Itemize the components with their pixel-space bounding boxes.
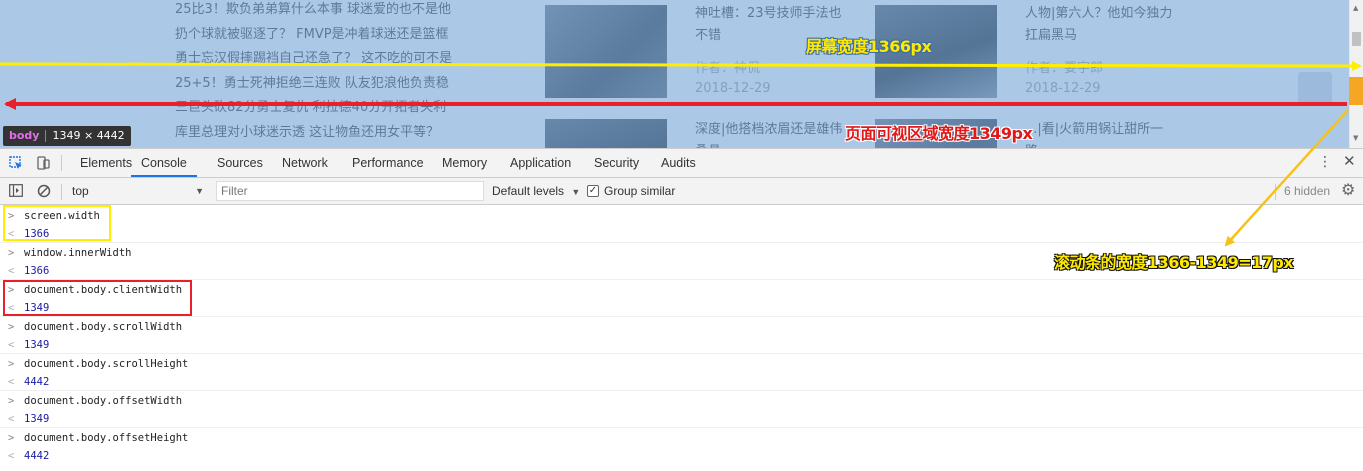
chevron-right-icon: > (8, 358, 15, 370)
card-author: 作者：神侃 (695, 61, 761, 76)
chevron-left-icon: < (8, 413, 15, 425)
chevron-left-icon: < (8, 339, 15, 351)
console-toolbar: top ▼ Default levels ▼ ✓ Group similar 6… (0, 178, 1363, 205)
dropdown-icon: ▼ (571, 187, 581, 197)
chevron-right-icon: > (8, 432, 15, 444)
chevron-right-icon: > (8, 395, 15, 407)
console-command[interactable]: > document.body.scrollWidth (8, 321, 182, 333)
console-command[interactable]: > document.body.offsetHeight (8, 432, 188, 444)
group-similar-checkbox[interactable]: ✓ (587, 185, 599, 197)
scroll-down-icon[interactable]: ▼ (1353, 134, 1358, 142)
tooltip-divider (45, 130, 47, 142)
element-tooltip: body 1349 × 4442 (3, 126, 131, 146)
card-author: 作者：要宇郎 (1025, 61, 1104, 76)
chevron-right-icon: > (8, 210, 15, 222)
more-options-icon[interactable]: ⋮ (1318, 155, 1332, 169)
viewport-width-label: 页面可视区域宽度1349px (845, 124, 1033, 143)
devtools-panel: Elements Console Sources Network Perform… (0, 148, 1363, 471)
tab-console[interactable]: Console (131, 149, 197, 177)
tab-memory[interactable]: Memory (442, 149, 487, 177)
news-item[interactable]: 扔个球就被驱逐了？ FMVP是冲着球迷还是篮框 (175, 25, 475, 50)
console-result: <1349 (8, 413, 50, 425)
news-item[interactable]: 勇士忘汉假摔踢裆自己还急了？ 这不吃的可不是 (175, 49, 475, 74)
console-result: <1349 (8, 302, 50, 314)
tab-sources[interactable]: Sources (217, 149, 263, 177)
chevron-left-icon: < (8, 302, 15, 314)
console-entry: > document.body.scrollHeight <4442 (0, 354, 1363, 391)
tab-network[interactable]: Network (282, 149, 328, 177)
console-result: <4442 (8, 450, 50, 462)
chevron-right-icon: > (8, 321, 15, 333)
clear-console-icon[interactable] (37, 184, 51, 201)
side-tab[interactable] (1349, 77, 1363, 105)
scrollbar-thumb[interactable] (1352, 32, 1361, 46)
log-levels-label: Default levels (492, 184, 565, 198)
context-value: top (72, 184, 89, 198)
card-title[interactable]: 人物|第六人？他如今独力扛扁黑马 (1025, 3, 1175, 47)
tab-elements[interactable]: Elements (80, 149, 132, 177)
tooltip-tag: body (9, 129, 40, 142)
console-command[interactable]: > document.body.offsetWidth (8, 395, 182, 407)
card-title[interactable]: ...|看|火箭用锅让甜所一路 (1025, 119, 1175, 148)
card-date: 2018-12-29 (695, 81, 771, 96)
chevron-right-icon: > (8, 247, 15, 259)
console-result: <1349 (8, 339, 50, 351)
sidebar-toggle-icon[interactable] (9, 184, 23, 200)
news-thumbnail[interactable] (545, 5, 667, 98)
console-entry: > screen.width <1366 (0, 206, 1363, 243)
dropdown-icon: ▼ (195, 186, 204, 196)
console-command[interactable]: > screen.width (8, 210, 100, 222)
floating-widget[interactable] (1298, 72, 1332, 104)
filter-input[interactable] (216, 181, 484, 201)
device-toolbar-icon[interactable] (36, 156, 50, 173)
tab-audits[interactable]: Audits (661, 149, 696, 177)
close-icon[interactable]: ✕ (1343, 154, 1356, 169)
tab-security[interactable]: Security (594, 149, 639, 177)
devtools-tabbar: Elements Console Sources Network Perform… (0, 149, 1363, 178)
chevron-left-icon: < (8, 265, 15, 277)
screen-width-label: 屏幕宽度1366px (806, 37, 932, 56)
console-result: <1366 (8, 228, 50, 240)
console-result: <4442 (8, 376, 50, 388)
news-item[interactable]: 25+5！勇士死神拒绝三连败 队友犯浪他负责稳 (175, 74, 475, 99)
group-similar-label: Group similar (604, 184, 676, 198)
console-entry: > document.body.clientWidth <1349 (0, 280, 1363, 317)
console-entry: > document.body.offsetWidth <1349 (0, 391, 1363, 428)
divider (61, 184, 62, 200)
page-scrollbar[interactable]: ▲ ▼ (1349, 0, 1363, 148)
news-item[interactable]: 25比3！欺负弟弟算什么本事 球迷爱的也不是他 (175, 0, 475, 25)
log-levels-dropdown[interactable]: Default levels ▼ (492, 178, 580, 206)
card-title[interactable]: 深度|他搭档浓眉还是雄伟桑具 (695, 119, 845, 148)
chevron-right-icon: > (8, 284, 15, 296)
chevron-left-icon: < (8, 228, 15, 240)
scrollbar-width-label: 滚动条的宽度1366-1349=17px (1054, 253, 1294, 272)
chevron-left-icon: < (8, 450, 15, 462)
tab-application[interactable]: Application (510, 149, 571, 177)
inspect-icon[interactable] (9, 156, 23, 173)
page-viewport: 25比3！欺负弟弟算什么本事 球迷爱的也不是他 扔个球就被驱逐了？ FMVP是冲… (0, 0, 1363, 148)
divider (61, 155, 62, 171)
console-entry: > document.body.offsetHeight <4442 (0, 428, 1363, 465)
console-command[interactable]: > window.innerWidth (8, 247, 131, 259)
console-command[interactable]: > document.body.scrollHeight (8, 358, 188, 370)
context-selector[interactable]: top ▼ (66, 181, 208, 201)
news-item[interactable]: 三巨头砍82分勇士复仇 利拉德40分开拓者失利 (175, 98, 475, 123)
gear-icon[interactable]: ⚙ (1341, 182, 1355, 200)
console-output: > screen.width <1366 > window.innerWidth <… (0, 206, 1363, 471)
hidden-count: 6 hidden (1284, 184, 1331, 198)
tooltip-size: 1349 × 4442 (52, 129, 125, 142)
scroll-up-icon[interactable]: ▲ (1353, 4, 1358, 12)
news-thumbnail[interactable] (545, 119, 667, 148)
tab-performance[interactable]: Performance (352, 149, 424, 177)
card-date: 2018-12-29 (1025, 81, 1101, 96)
news-item[interactable]: 库里总理对小球迷示透 这让物鱼还用女平等？ (175, 123, 475, 148)
console-result: <1366 (8, 265, 50, 277)
news-list: 25比3！欺负弟弟算什么本事 球迷爱的也不是他 扔个球就被驱逐了？ FMVP是冲… (175, 0, 475, 147)
console-command[interactable]: > document.body.clientWidth (8, 284, 182, 296)
chevron-left-icon: < (8, 376, 15, 388)
console-entry: > document.body.scrollWidth <1349 (0, 317, 1363, 354)
divider (1275, 184, 1276, 200)
